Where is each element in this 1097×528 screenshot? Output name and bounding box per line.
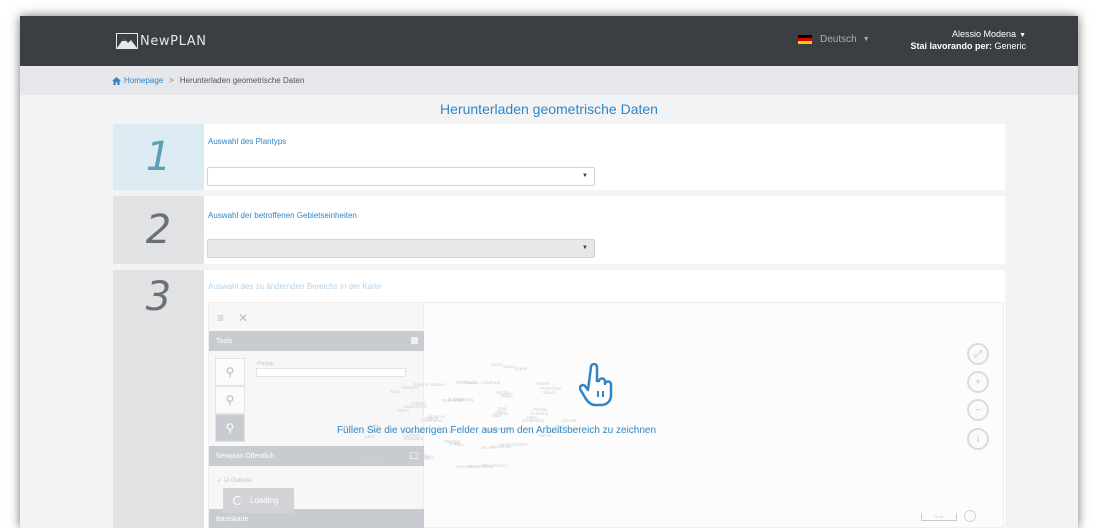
draw-area-message: Füllen Sie die vorherigen Felder aus um … bbox=[336, 425, 657, 436]
step-2-number: 2 bbox=[113, 196, 204, 264]
magnifier-icon: ⚲ bbox=[225, 393, 235, 407]
plan-type-select[interactable]: ▼ bbox=[207, 167, 595, 186]
step-1-label: Auswahl des Plantyps bbox=[208, 137, 287, 146]
step-1-number: 1 bbox=[113, 124, 204, 190]
map-scale: 20 km bbox=[921, 513, 957, 521]
user-menu[interactable]: Alessio Modena ▼ Stai lavorando per: Gene… bbox=[910, 29, 1026, 51]
german-flag-icon bbox=[798, 35, 812, 44]
map-place-label: Percha bbox=[495, 389, 510, 395]
map-place-label: Olang bbox=[367, 460, 380, 466]
zoom-search-tool-2[interactable]: ⚲ bbox=[215, 386, 245, 414]
caret-down-icon: ▼ bbox=[862, 36, 870, 43]
app-logo[interactable]: NewPLAN bbox=[116, 32, 207, 50]
breadcrumb-home-link[interactable]: Homepage bbox=[112, 76, 163, 85]
page-title: Herunterladen geometrische Daten bbox=[440, 101, 658, 117]
map-place-label: Rasen bbox=[536, 381, 550, 387]
spinner-icon bbox=[233, 496, 242, 505]
user-name: Alessio Modena bbox=[952, 29, 1017, 39]
map-place-label: St. Leonhard bbox=[474, 380, 501, 386]
zoom-out-button[interactable]: − bbox=[967, 399, 989, 421]
map-place-label: Eppan bbox=[514, 365, 528, 371]
working-for-value: Generic bbox=[994, 41, 1026, 51]
map-place-label: Welschnofen bbox=[481, 462, 508, 468]
dropdown-arrow-icon: ▼ bbox=[582, 245, 588, 251]
basemap-title: Basiskarte bbox=[216, 515, 249, 523]
map-place-label: Völs bbox=[421, 456, 431, 462]
zoom-in-button[interactable]: + bbox=[967, 371, 989, 393]
step-3-label: Auswahl des zu ändernden Bereichs in der… bbox=[208, 282, 382, 291]
mountain-logo-icon bbox=[116, 33, 138, 49]
map-place-label: Salurn bbox=[542, 389, 556, 395]
info-icon: i bbox=[976, 433, 980, 445]
map-place-label: Deutschnofen bbox=[499, 442, 528, 448]
language-label: Deutsch bbox=[820, 34, 857, 45]
map-place-label: Rodeneck bbox=[442, 397, 463, 403]
language-selector[interactable]: Deutsch ▼ bbox=[798, 34, 870, 45]
menu-icon[interactable]: ≡ bbox=[217, 311, 224, 325]
layer-item[interactable]: ✓ ☑ Gebiete bbox=[217, 477, 252, 484]
map-place-label: Mühlbach bbox=[455, 379, 476, 385]
map-place-label: Passeier bbox=[401, 385, 420, 391]
map-place-label: Ahrntal bbox=[561, 418, 577, 424]
breadcrumb-separator: > bbox=[169, 76, 174, 85]
home-icon bbox=[112, 76, 121, 85]
loading-label: Loading bbox=[250, 496, 279, 505]
fullscreen-button[interactable]: ⤢ bbox=[967, 343, 989, 365]
expand-icon: ⤢ bbox=[974, 348, 982, 360]
map-place-label: Villanders bbox=[403, 436, 424, 442]
tools-title: Tools bbox=[216, 337, 233, 345]
map-container[interactable]: ≡ ✕ Tools ⚲ ⚲ ⚲ Plantyp Newplan Öffentli… bbox=[208, 302, 1004, 528]
step-2-panel: Auswahl der betroffenen Gebietseinheiten… bbox=[204, 196, 1005, 264]
minus-icon: − bbox=[975, 404, 981, 416]
zoom-search-tool[interactable]: ⚲ bbox=[215, 358, 245, 386]
app-name: NewPLAN bbox=[140, 33, 207, 49]
info-button[interactable]: i bbox=[967, 428, 989, 450]
map-place-label: Prettau bbox=[533, 407, 548, 413]
map-place-label: Feldthurns bbox=[421, 417, 443, 423]
breadcrumb: Homepage > Herunterladen geometrische Da… bbox=[20, 66, 1078, 95]
step-2-label: Auswahl der betroffenen Gebietseinheiten bbox=[208, 211, 357, 220]
map-place-label: Laas bbox=[503, 363, 514, 369]
caret-down-icon: ▼ bbox=[1019, 32, 1026, 39]
dropdown-arrow-icon: ▼ bbox=[582, 173, 588, 179]
loading-indicator: Loading bbox=[223, 488, 294, 513]
working-for-label: Stai lavorando per: bbox=[910, 41, 992, 51]
map-place-label: Vahrn bbox=[397, 407, 409, 413]
layer-item-label: Gebiete bbox=[230, 478, 252, 484]
close-section-icon[interactable] bbox=[411, 337, 418, 344]
map-place-label: Tiers bbox=[453, 441, 464, 447]
breadcrumb-current: Herunterladen geometrische Daten bbox=[179, 76, 305, 85]
map-place-label: Natz bbox=[390, 389, 400, 395]
tools-field-label: Plantyp bbox=[257, 361, 274, 367]
map-place-label: Gais bbox=[497, 406, 508, 412]
collapse-arrows-icon[interactable]: ✕ bbox=[238, 311, 248, 325]
top-navbar: NewPLAN Deutsch ▼ Alessio Modena ▼ Stai l… bbox=[20, 16, 1078, 66]
plus-icon: + bbox=[975, 376, 981, 388]
territorial-units-select[interactable]: ▼ bbox=[207, 239, 595, 258]
map-place-label: Kiens bbox=[491, 362, 503, 368]
step-3-number: 3 bbox=[113, 270, 204, 528]
hand-pointer-icon bbox=[579, 363, 613, 407]
layer-title: Newplan Öffentlich bbox=[216, 452, 275, 460]
breadcrumb-home-label: Homepage bbox=[124, 76, 164, 85]
step-1-panel: Auswahl des Plantyps ▼ bbox=[204, 124, 1005, 190]
map-place-labels: Mals Schlanders Meran Bozen Brixen Bruneck Ste… bbox=[349, 345, 599, 485]
scale-toggle-icon[interactable]: - bbox=[964, 510, 976, 522]
app-window: NewPLAN Deutsch ▼ Alessio Modena ▼ Stai l… bbox=[20, 16, 1078, 528]
magnifier-icon: ⚲ bbox=[225, 365, 235, 379]
